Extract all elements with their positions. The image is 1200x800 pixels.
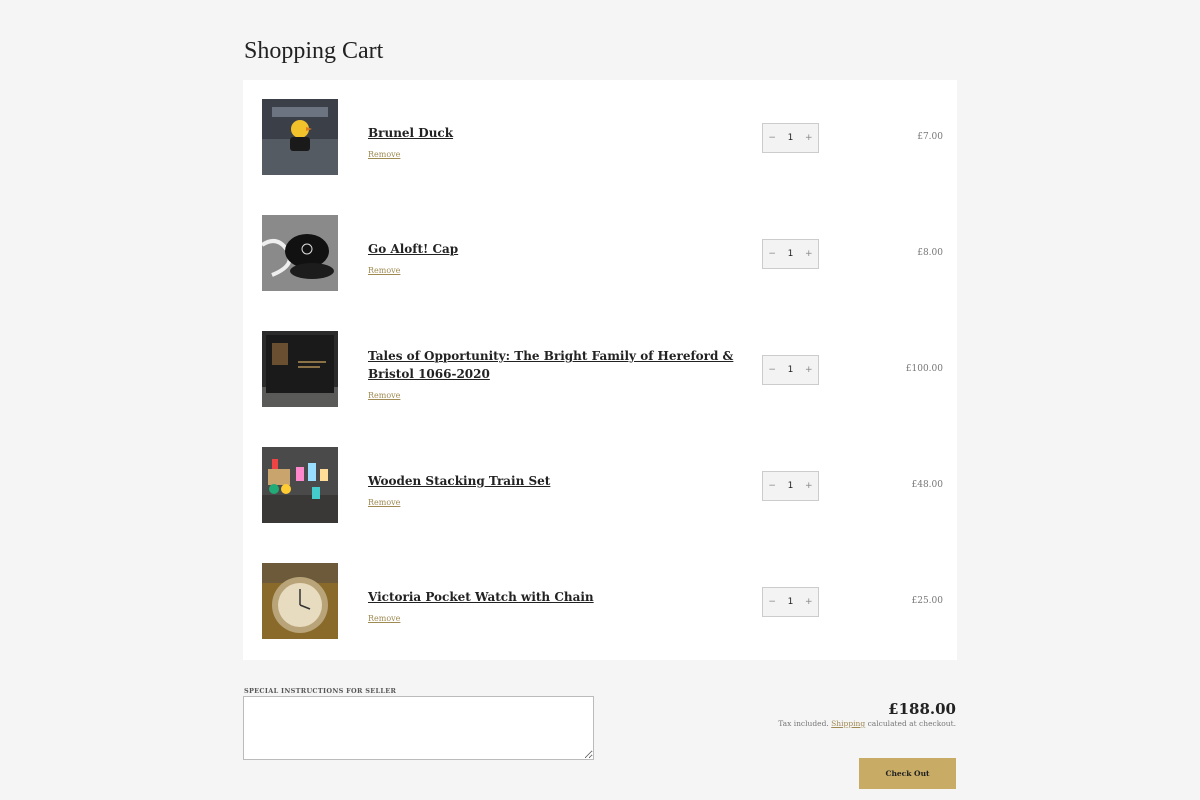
item-price: £48.00 [911,480,944,490]
item-info: Go Aloft! Cap Remove [368,240,748,277]
cart-row: Go Aloft! Cap Remove − 1 + £8.00 [243,196,957,312]
quantity-stepper: − 1 + [762,471,819,501]
decrease-quantity-button[interactable]: − [763,365,781,375]
remove-link[interactable]: Remove [368,150,400,159]
tax-prefix-text: Tax included. [778,719,829,728]
remove-link[interactable]: Remove [368,266,400,275]
item-price: £100.00 [905,364,943,374]
special-instructions-field[interactable] [243,696,594,760]
checkout-button[interactable]: Check Out [859,758,956,789]
decrease-quantity-button[interactable]: − [763,597,781,607]
quantity-stepper: − 1 + [762,355,819,385]
instructions-label: SPECIAL INSTRUCTIONS FOR SELLER [244,687,397,695]
item-title-link[interactable]: Go Aloft! Cap [368,240,748,258]
quantity-input[interactable]: 1 [781,249,799,259]
cart-row: Wooden Stacking Train Set Remove − 1 + £… [243,428,957,544]
item-price: £8.00 [917,248,943,258]
decrease-quantity-button[interactable]: − [763,133,781,143]
item-title-link[interactable]: Victoria Pocket Watch with Chain [368,588,748,606]
increase-quantity-button[interactable]: + [800,133,818,143]
page-title: Shopping Cart [244,38,384,64]
tax-suffix-text: calculated at checkout. [867,719,956,728]
cap-photo-icon[interactable] [262,215,338,291]
increase-quantity-button[interactable]: + [800,481,818,491]
cart-row: Tales of Opportunity: The Bright Family … [243,312,957,428]
increase-quantity-button[interactable]: + [800,249,818,259]
quantity-stepper: − 1 + [762,239,819,269]
item-price: £7.00 [917,132,943,142]
increase-quantity-button[interactable]: + [800,597,818,607]
train-set-photo-icon[interactable] [262,447,338,523]
quantity-input[interactable]: 1 [781,597,799,607]
item-info: Wooden Stacking Train Set Remove [368,472,748,509]
duck-photo-icon[interactable] [262,99,338,175]
item-price: £25.00 [911,596,944,606]
book-photo-icon[interactable] [262,331,338,407]
cart-row: Brunel Duck Remove − 1 + £7.00 [243,80,957,196]
decrease-quantity-button[interactable]: − [763,481,781,491]
quantity-stepper: − 1 + [762,123,819,153]
remove-link[interactable]: Remove [368,614,400,623]
cart-row: Victoria Pocket Watch with Chain Remove … [243,544,957,660]
cart-total: £188.00 [888,700,956,718]
item-title-link[interactable]: Brunel Duck [368,124,748,142]
quantity-input[interactable]: 1 [781,481,799,491]
remove-link[interactable]: Remove [368,391,400,400]
shipping-link[interactable]: Shipping [831,719,865,728]
item-info: Brunel Duck Remove [368,124,748,161]
increase-quantity-button[interactable]: + [800,365,818,375]
item-title-link[interactable]: Wooden Stacking Train Set [368,472,748,490]
item-info: Tales of Opportunity: The Bright Family … [368,347,748,402]
quantity-input[interactable]: 1 [781,133,799,143]
pocket-watch-photo-icon[interactable] [262,563,338,639]
remove-link[interactable]: Remove [368,498,400,507]
quantity-input[interactable]: 1 [781,365,799,375]
item-info: Victoria Pocket Watch with Chain Remove [368,588,748,625]
quantity-stepper: − 1 + [762,587,819,617]
item-title-link[interactable]: Tales of Opportunity: The Bright Family … [368,347,748,383]
decrease-quantity-button[interactable]: − [763,249,781,259]
cart-items-panel: Brunel Duck Remove − 1 + £7.00 Go Aloft!… [243,80,957,660]
tax-note: Tax included. Shipping calculated at che… [778,719,956,728]
